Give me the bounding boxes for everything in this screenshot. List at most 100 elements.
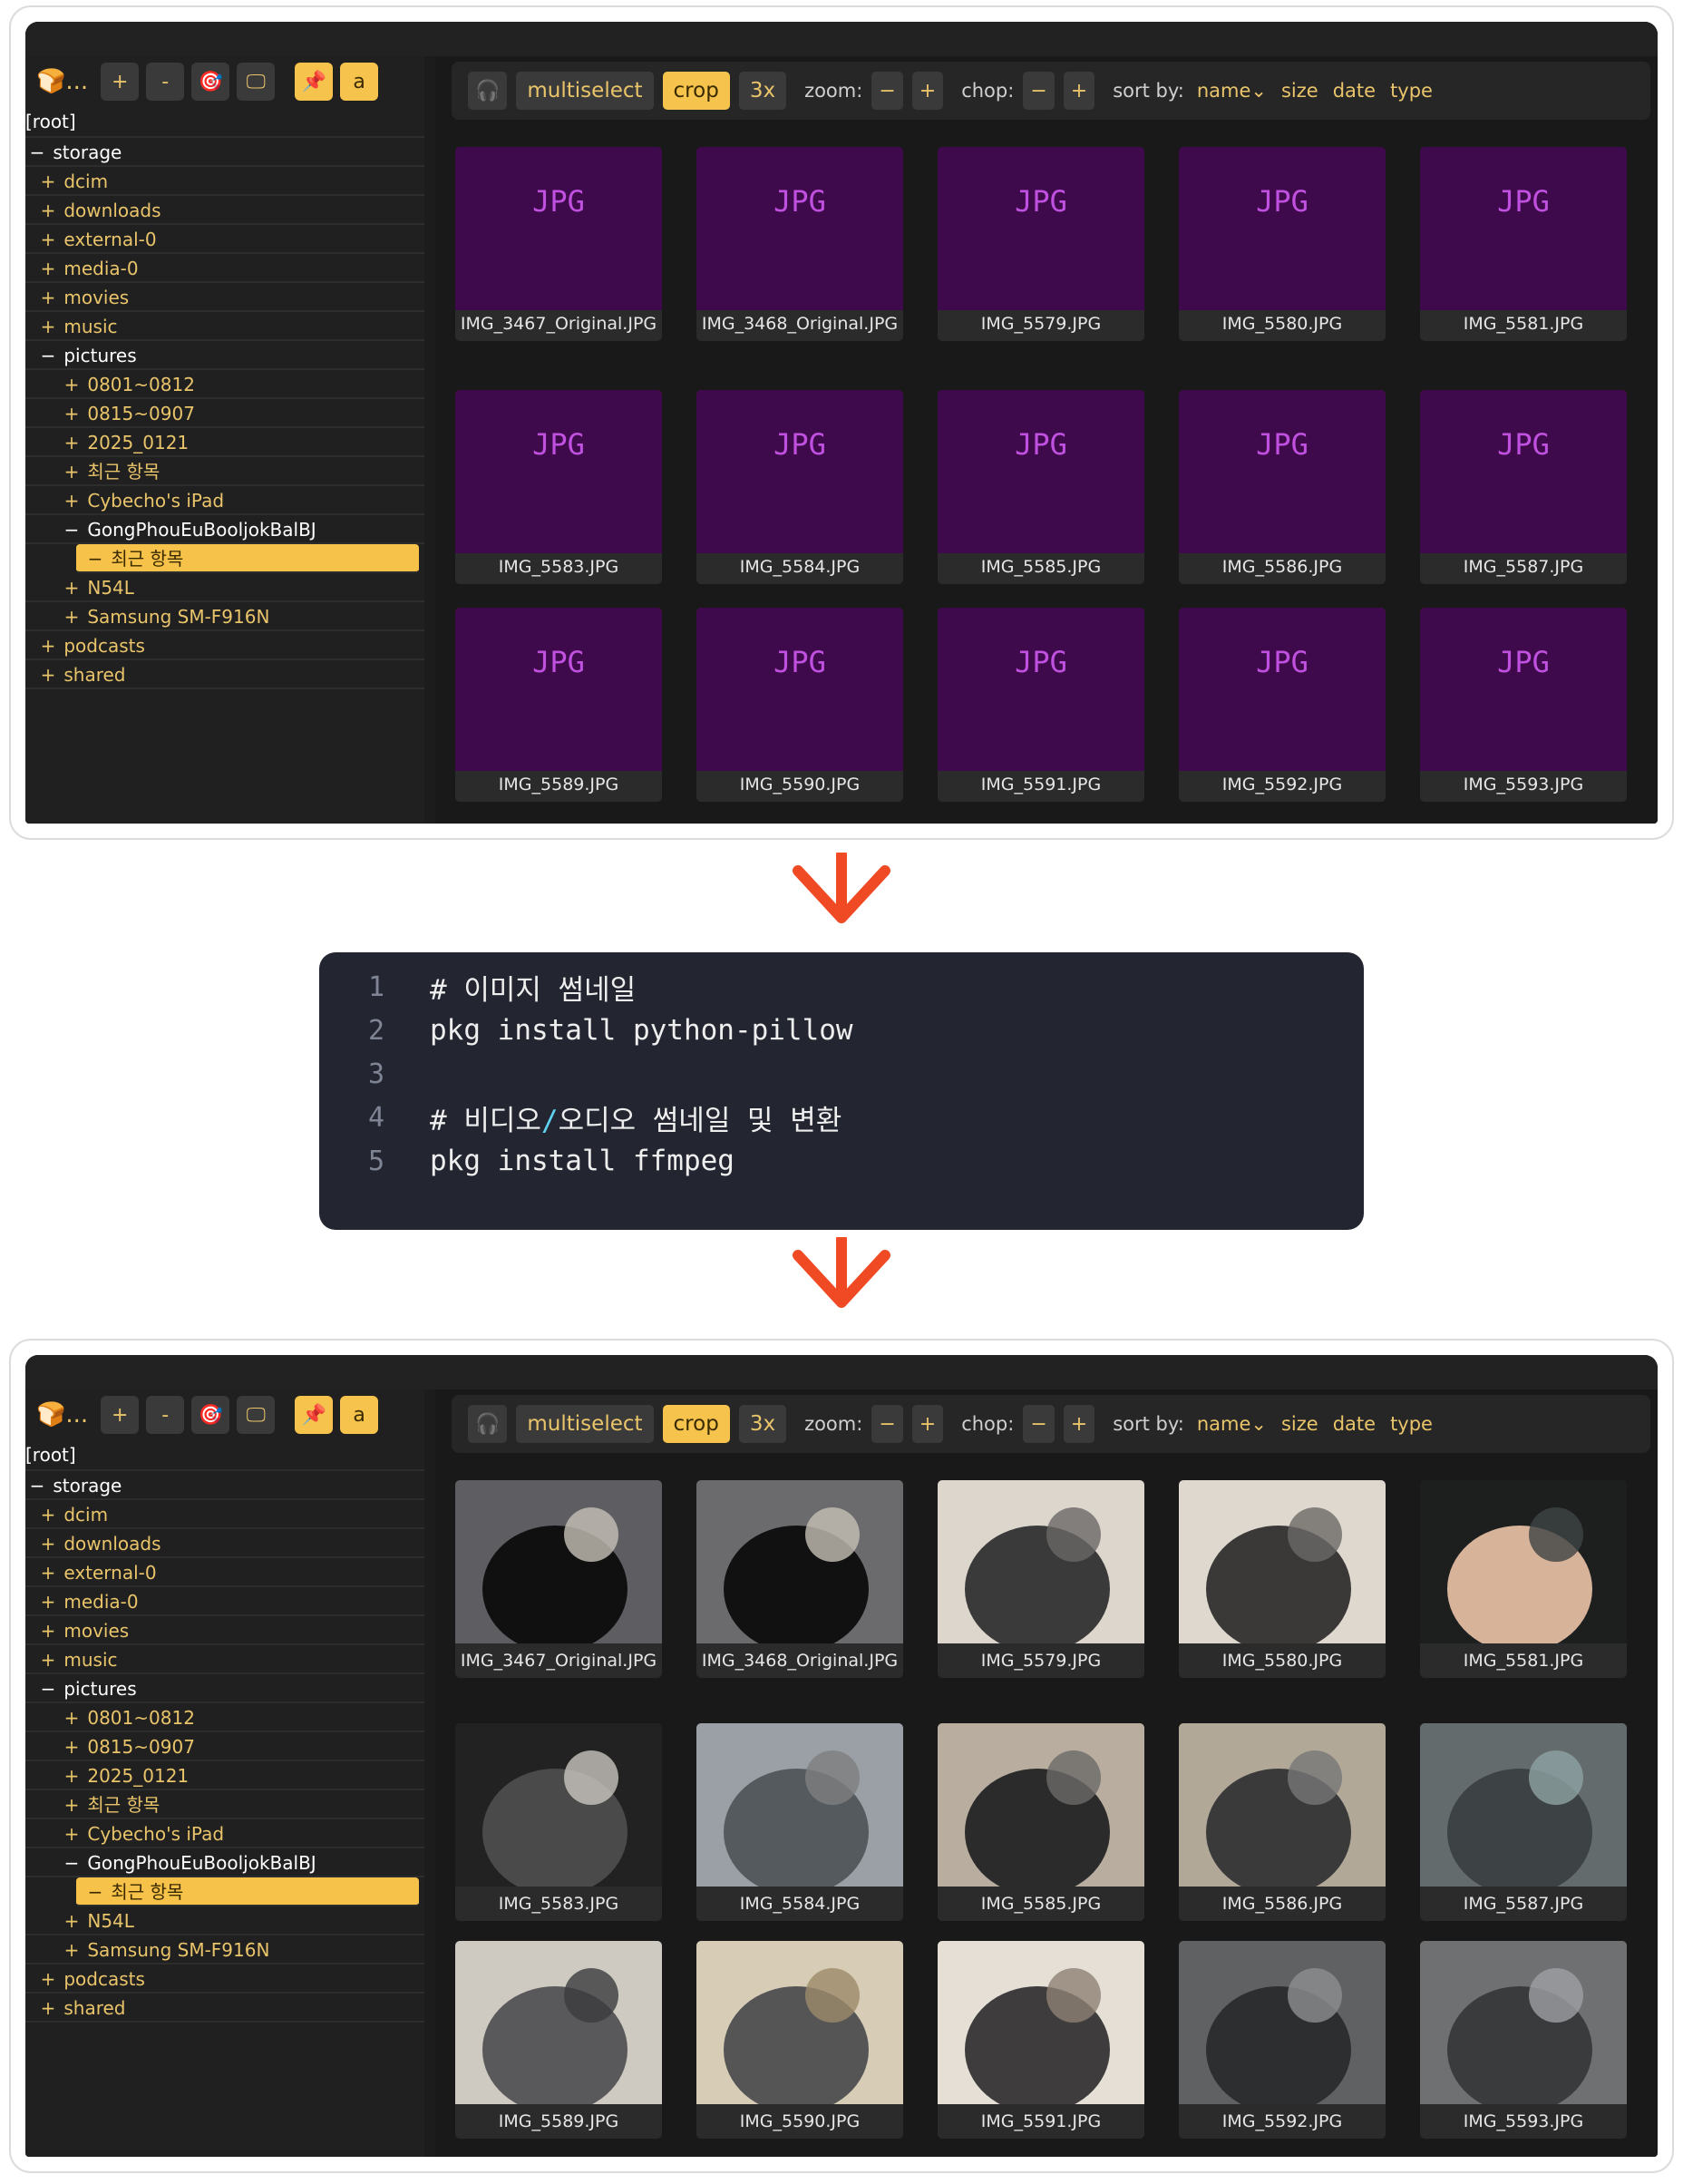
file-tile[interactable]: JPG IMG_5592.JPG [1179,608,1386,802]
bread-icon-button[interactable]: 🍞... [31,63,93,101]
expand-icon[interactable]: + [62,1790,82,1819]
expand-icon[interactable]: + [62,370,82,399]
collapse-icon[interactable]: − [27,1471,47,1500]
expand-icon[interactable]: + [62,1935,82,1965]
tree-item[interactable]: + music [25,312,424,341]
expand-icon[interactable]: + [38,1965,58,1994]
file-tile[interactable]: JPG IMG_5579.JPG [938,147,1144,341]
sort-name-link[interactable]: name⌄ [1197,1413,1267,1435]
file-tile[interactable]: JPG IMG_5589.JPG [455,608,662,802]
tree-item[interactable]: + Cybecho's iPad [25,1819,424,1848]
tree-item[interactable]: − 최근 항목 [76,544,419,573]
file-tile[interactable]: IMG_5581.JPG [1420,1480,1627,1678]
expand-icon[interactable]: + [62,1732,82,1761]
expand-button[interactable]: + [101,1396,140,1434]
expand-icon[interactable]: + [38,196,58,225]
expand-icon[interactable]: + [38,1529,58,1558]
expand-icon[interactable]: + [38,1500,58,1529]
expand-icon[interactable]: + [62,399,82,428]
tree-item[interactable]: + downloads [25,1529,424,1558]
collapse-icon[interactable]: − [62,1848,82,1877]
a-toggle-button[interactable]: a [340,1396,379,1434]
file-tile[interactable]: JPG IMG_5581.JPG [1420,147,1627,341]
tree-item[interactable]: − storage [25,1471,424,1500]
file-tile[interactable]: IMG_3467_Original.JPG [455,1480,662,1678]
sort-type-link[interactable]: type [1390,1413,1433,1435]
expand-icon[interactable]: + [38,167,58,196]
tree-item[interactable]: + media-0 [25,254,424,283]
tree-item[interactable]: − 최근 항목 [76,1877,419,1906]
sort-size-link[interactable]: size [1281,80,1318,102]
headphones-icon[interactable]: 🎧 [468,72,508,110]
sort-date-link[interactable]: date [1333,1413,1376,1435]
collapse-icon[interactable]: − [85,544,105,573]
expand-icon[interactable]: + [38,312,58,341]
tree-item[interactable]: + movies [25,1616,424,1645]
tree-item[interactable]: + shared [25,1994,424,2023]
tree-item[interactable]: + Samsung SM-F916N [25,602,424,631]
tree-item[interactable]: − GongPhouEuBooljokBalBJ [25,1848,424,1877]
target-icon[interactable]: 🎯 [191,63,230,101]
pin-icon[interactable]: 📌 [295,1396,334,1434]
file-tile[interactable]: JPG IMG_5591.JPG [938,608,1144,802]
zoom-in-button[interactable]: + [911,1405,944,1443]
file-tile[interactable]: IMG_5580.JPG [1179,1480,1386,1678]
expand-icon[interactable]: + [38,1616,58,1645]
tree-item[interactable]: + 2025_0121 [25,1761,424,1790]
file-tile[interactable]: IMG_5592.JPG [1179,1941,1386,2139]
expand-icon[interactable]: + [38,283,58,312]
file-tile[interactable]: IMG_5587.JPG [1420,1723,1627,1921]
expand-icon[interactable]: + [62,428,82,457]
tree-root[interactable]: [root] [25,107,424,138]
tree-item[interactable]: + 2025_0121 [25,428,424,457]
file-tile[interactable]: IMG_5583.JPG [455,1723,662,1921]
tree-item[interactable]: − pictures [25,1674,424,1703]
file-tile[interactable]: IMG_3468_Original.JPG [696,1480,903,1678]
collapse-icon[interactable]: − [38,1674,58,1703]
window-icon[interactable]: 🖵 [237,63,276,101]
file-tile[interactable]: JPG IMG_5587.JPG [1420,390,1627,584]
sort-type-link[interactable]: type [1390,80,1433,102]
multiselect-button[interactable]: multiselect [516,1405,654,1443]
collapse-icon[interactable]: − [62,515,82,544]
window-icon[interactable]: 🖵 [237,1396,276,1434]
file-tile[interactable]: JPG IMG_5590.JPG [696,608,903,802]
zoom-in-button[interactable]: + [911,72,944,110]
three-x-button[interactable]: 3x [738,1405,787,1443]
chop-minus-button[interactable]: − [1023,72,1055,110]
pin-icon[interactable]: 📌 [295,63,334,101]
collapse-icon[interactable]: − [38,341,58,370]
expand-icon[interactable]: + [38,225,58,254]
file-tile[interactable]: JPG IMG_5585.JPG [938,390,1144,584]
tree-item[interactable]: + Cybecho's iPad [25,486,424,515]
expand-icon[interactable]: + [62,1703,82,1732]
expand-icon[interactable]: + [38,1994,58,2023]
tree-item[interactable]: + dcim [25,167,424,196]
expand-icon[interactable]: + [38,1645,58,1674]
tree-item[interactable]: + 0815~0907 [25,1732,424,1761]
expand-icon[interactable]: + [62,573,82,602]
tree-item[interactable]: + 0815~0907 [25,399,424,428]
expand-icon[interactable]: + [38,1558,58,1587]
file-tile[interactable]: IMG_5593.JPG [1420,1941,1627,2139]
chop-plus-button[interactable]: + [1063,72,1095,110]
crop-button[interactable]: crop [662,1405,730,1443]
tree-item[interactable]: + 최근 항목 [25,1790,424,1819]
chop-plus-button[interactable]: + [1063,1405,1095,1443]
expand-icon[interactable]: + [62,602,82,631]
collapse-icon[interactable]: − [85,1877,105,1906]
file-tile[interactable]: JPG IMG_3468_Original.JPG [696,147,903,341]
sort-size-link[interactable]: size [1281,1413,1318,1435]
tree-item[interactable]: + movies [25,283,424,312]
expand-icon[interactable]: + [38,254,58,283]
expand-icon[interactable]: + [62,1761,82,1790]
collapse-button[interactable]: - [146,1396,185,1434]
expand-icon[interactable]: + [38,1587,58,1616]
expand-icon[interactable]: + [62,1906,82,1935]
chop-minus-button[interactable]: − [1023,1405,1055,1443]
expand-icon[interactable]: + [38,660,58,689]
tree-item[interactable]: + 0801~0812 [25,370,424,399]
tree-item[interactable]: − GongPhouEuBooljokBalBJ [25,515,424,544]
expand-icon[interactable]: + [62,1819,82,1848]
tree-item[interactable]: − storage [25,138,424,167]
